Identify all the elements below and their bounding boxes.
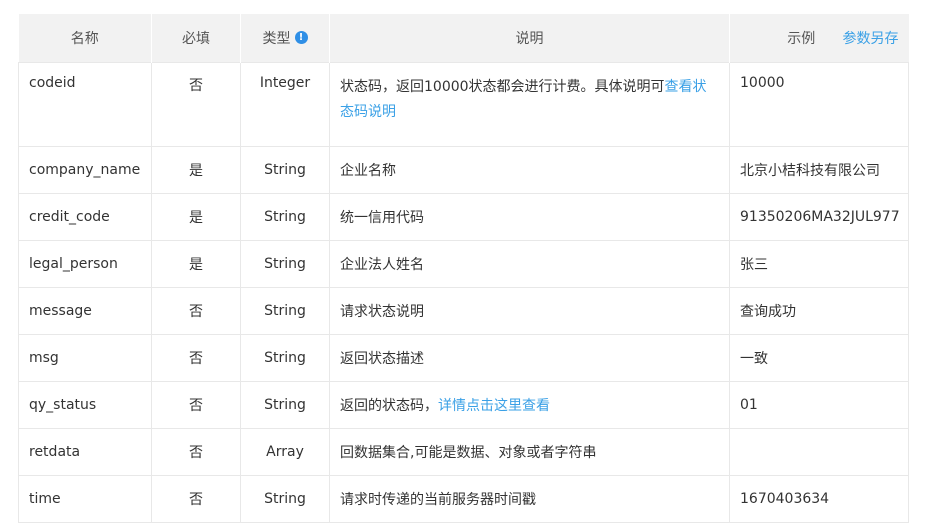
param-type: String	[240, 475, 330, 523]
param-example: 91350206MA32JUL977	[729, 193, 909, 241]
param-required: 否	[151, 62, 241, 147]
param-example	[729, 428, 909, 476]
param-type: String	[240, 287, 330, 335]
param-name: msg	[18, 334, 152, 382]
param-example: 查询成功	[729, 287, 909, 335]
param-description: 企业名称	[329, 146, 730, 194]
header-required: 必填	[151, 14, 241, 63]
param-required: 是	[151, 240, 241, 288]
param-required: 否	[151, 334, 241, 382]
header-name: 名称	[18, 14, 152, 63]
header-example-cell: 示例 参数另存	[729, 14, 909, 63]
param-name: company_name	[18, 146, 152, 194]
param-required: 否	[151, 287, 241, 335]
param-description: 请求状态说明	[329, 287, 730, 335]
table-row: msg 否 String 返回状态描述 一致	[18, 334, 909, 382]
param-description: 返回状态描述	[329, 334, 730, 382]
param-example: 北京小桔科技有限公司	[729, 146, 909, 194]
status-detail-link[interactable]: 详情点击这里查看	[438, 398, 550, 414]
param-type: String	[240, 146, 330, 194]
param-name: credit_code	[18, 193, 152, 241]
param-name: qy_status	[18, 381, 152, 429]
param-name: codeid	[18, 62, 152, 147]
header-type-label: 类型	[262, 31, 291, 47]
param-description: 请求时传递的当前服务器时间戳	[329, 475, 730, 523]
param-description: 回数据集合,可能是数据、对象或者字符串	[329, 428, 730, 476]
params-table: 名称 必填 类型! 说明 示例 参数另存 codeid 否 Integer 状态…	[18, 14, 909, 523]
param-description: 状态码，返回10000状态都会进行计费。具体说明可查看状态码说明	[329, 62, 730, 147]
param-description: 统一信用代码	[329, 193, 730, 241]
param-example: 张三	[729, 240, 909, 288]
param-description: 返回的状态码，详情点击这里查看	[329, 381, 730, 429]
description-text: 状态码，返回10000状态都会进行计费。具体说明可	[340, 79, 665, 95]
table-header-row: 名称 必填 类型! 说明 示例 参数另存	[18, 14, 909, 63]
param-name: message	[18, 287, 152, 335]
table-row: credit_code 是 String 统一信用代码 91350206MA32…	[18, 193, 909, 241]
params-table-container: 名称 必填 类型! 说明 示例 参数另存 codeid 否 Integer 状态…	[18, 14, 909, 523]
param-name: time	[18, 475, 152, 523]
param-type: String	[240, 381, 330, 429]
header-example: 示例	[787, 31, 816, 47]
param-example: 01	[729, 381, 909, 429]
param-required: 是	[151, 193, 241, 241]
table-row: codeid 否 Integer 状态码，返回10000状态都会进行计费。具体说…	[18, 62, 909, 147]
param-example: 一致	[729, 334, 909, 382]
table-row: qy_status 否 String 返回的状态码，详情点击这里查看 01	[18, 381, 909, 429]
param-type: String	[240, 193, 330, 241]
table-row: legal_person 是 String 企业法人姓名 张三	[18, 240, 909, 288]
param-required: 否	[151, 475, 241, 523]
param-name: retdata	[18, 428, 152, 476]
param-description: 企业法人姓名	[329, 240, 730, 288]
description-text: 返回的状态码，	[340, 398, 438, 414]
param-required: 否	[151, 428, 241, 476]
param-type: String	[240, 240, 330, 288]
header-description: 说明	[329, 14, 730, 63]
table-row: retdata 否 Array 回数据集合,可能是数据、对象或者字符串	[18, 428, 909, 476]
param-required: 否	[151, 381, 241, 429]
param-example: 10000	[729, 62, 909, 147]
table-row: message 否 String 请求状态说明 查询成功	[18, 287, 909, 335]
param-required: 是	[151, 146, 241, 194]
param-name: legal_person	[18, 240, 152, 288]
header-type: 类型!	[240, 14, 330, 63]
param-example: 1670403634	[729, 475, 909, 523]
save-params-link[interactable]: 参数另存	[843, 28, 899, 48]
info-icon[interactable]: !	[294, 31, 308, 44]
param-type: Integer	[240, 62, 330, 147]
param-type: String	[240, 334, 330, 382]
table-row: time 否 String 请求时传递的当前服务器时间戳 1670403634	[18, 475, 909, 523]
table-row: company_name 是 String 企业名称 北京小桔科技有限公司	[18, 146, 909, 194]
param-type: Array	[240, 428, 330, 476]
